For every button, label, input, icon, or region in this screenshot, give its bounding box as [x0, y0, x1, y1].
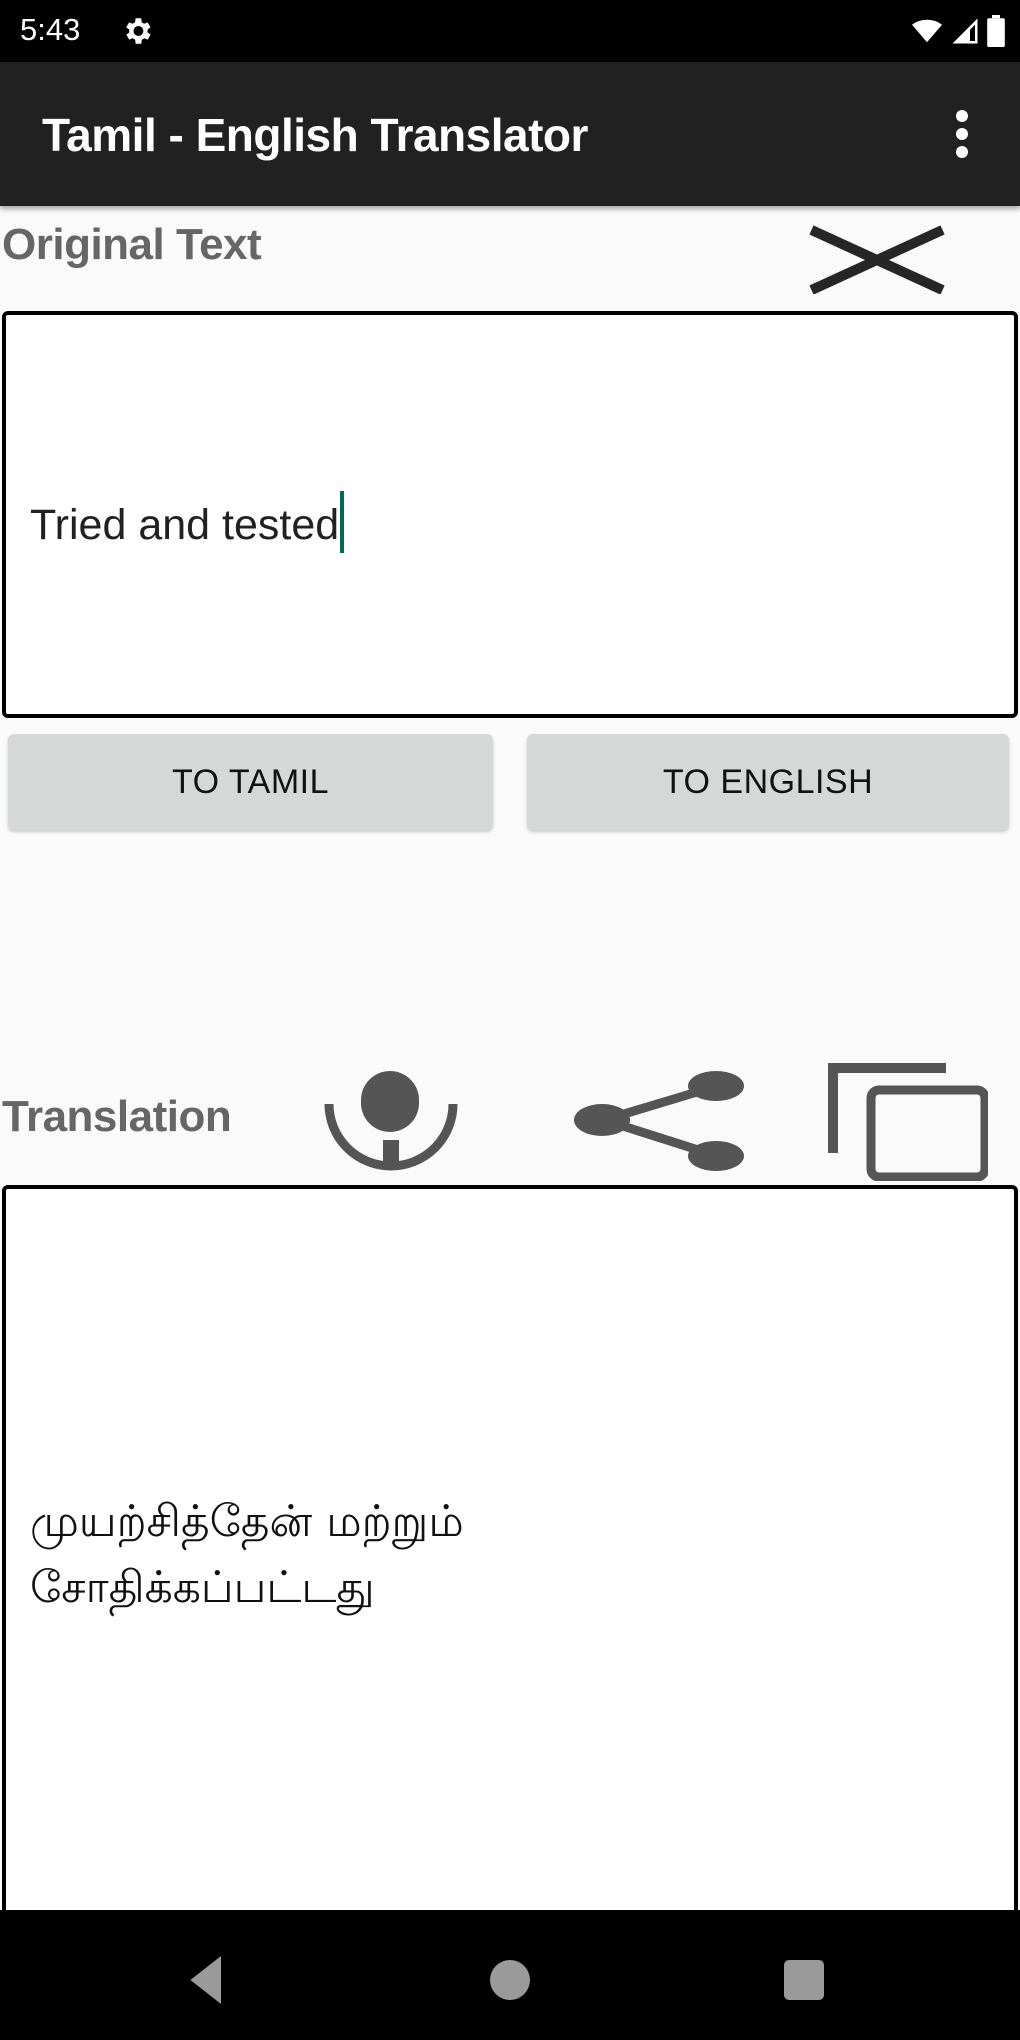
app-toolbar: Tamil - English Translator	[0, 62, 1020, 206]
share-icon[interactable]	[572, 1068, 752, 1176]
recents-icon[interactable]	[774, 1950, 834, 2010]
microphone-icon[interactable]	[322, 1068, 460, 1172]
signal-icon	[952, 18, 978, 44]
original-text-value[interactable]: Tried and tested	[30, 491, 345, 553]
app-title: Tamil - English Translator	[42, 109, 588, 161]
home-icon[interactable]	[480, 1950, 540, 2010]
status-icons	[910, 14, 1006, 48]
text-cursor	[340, 491, 345, 553]
to-tamil-button[interactable]: TO TAMIL	[8, 734, 493, 830]
settings-icon	[126, 18, 151, 44]
to-english-button[interactable]: TO ENGLISH	[527, 734, 1009, 830]
more-vert-icon[interactable]	[940, 102, 984, 166]
copy-icon[interactable]	[828, 1063, 988, 1181]
status-time: 5:43	[20, 12, 81, 47]
translation-label: Translation	[2, 1092, 232, 1141]
translation-line-1: முயற்சித்தேன் மற்றும்	[30, 1496, 464, 1547]
system-nav-bar	[0, 1910, 1020, 2040]
close-icon[interactable]	[808, 222, 954, 294]
wifi-icon	[912, 19, 942, 43]
original-text-label: Original Text	[2, 220, 262, 269]
status-bar: 5:43	[0, 0, 1020, 62]
battery-icon	[987, 15, 1005, 47]
translation-output[interactable]: முயற்சித்தேன் மற்றும் சோதிக்கப்பட்டது	[2, 1185, 1018, 1911]
translation-line-2: சோதிக்கப்பட்டது	[30, 1562, 375, 1613]
back-icon[interactable]	[184, 1950, 244, 2010]
translation-text: முயற்சித்தேன் மற்றும் சோதிக்கப்பட்டது	[30, 1489, 590, 1621]
original-text-input[interactable]: Tried and tested	[2, 311, 1018, 718]
